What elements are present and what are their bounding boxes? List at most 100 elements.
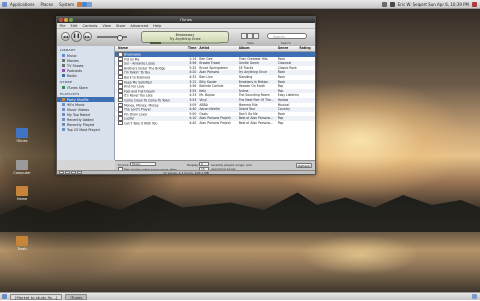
applications-menu[interactable]: Applications	[7, 2, 37, 7]
column-header-artist[interactable]: Artist	[198, 46, 238, 51]
status-bar: 17 songs, 1.1 hours, 106.1 MB	[57, 170, 315, 175]
playback-progress[interactable]	[150, 42, 220, 44]
display-count-select[interactable]: 5	[199, 162, 209, 166]
sidebar-item-label: Party Shuffle	[67, 97, 89, 102]
wallpaper-reflection	[300, 235, 420, 275]
now-playing-display[interactable]: Breakaway Try Anything Once	[141, 31, 229, 44]
sidebar-section-heading: STORE	[60, 80, 73, 84]
volume-slider[interactable]	[97, 34, 127, 41]
source-label: Source:	[118, 162, 130, 167]
taskbar-button-browser[interactable]: [Market to study fin...]	[10, 293, 63, 300]
refresh-button[interactable]: Refresh	[296, 163, 312, 168]
playlist-icon	[62, 128, 65, 131]
sidebar-section-heading: PLAYLISTS	[60, 92, 80, 96]
source-sidebar: LIBRARY Music Movies TV Shows Podcasts Radio S…	[57, 46, 115, 160]
desktop-icon-home[interactable]: Home	[10, 186, 34, 201]
source-select-value: Music	[132, 162, 141, 166]
computer-icon	[16, 160, 28, 170]
view-buttons	[241, 33, 259, 39]
sidebar-item-label: iTunes Store	[67, 85, 88, 90]
sidebar-item-label: My Top Rated	[67, 112, 90, 117]
library-status: 17 songs, 1.1 hours, 106.1 MB	[163, 171, 209, 175]
menu-store[interactable]: Store	[113, 24, 128, 28]
track-artist: Alan Parsons Project	[199, 120, 231, 125]
desktop-icon-trash[interactable]: Trash	[10, 236, 34, 251]
playback-progress-fill	[150, 42, 161, 44]
minimize-icon[interactable]	[64, 18, 68, 22]
display-count-value: 5	[201, 162, 203, 166]
column-header-time[interactable]: Time	[185, 46, 199, 51]
panel-clock[interactable]: Eric W. Seipert Sun Apr 6, 10:39 PM	[398, 2, 469, 7]
show-desktop-icon[interactable]	[2, 294, 7, 299]
menu-edit[interactable]: Edit	[68, 24, 80, 28]
workspace-switcher-icon[interactable]	[472, 294, 477, 299]
refresh-label: Refresh	[298, 164, 310, 168]
next-track-button[interactable]: ▶▶	[83, 32, 92, 41]
search-caption: Search	[281, 41, 291, 45]
sidebar-item-label: Recently Played	[67, 122, 95, 127]
desktop-icon-computer[interactable]: Computer	[10, 160, 34, 175]
taskbar-button-itunes[interactable]: iTunes	[65, 293, 88, 300]
home-folder-icon	[16, 186, 28, 196]
playlist-icon	[62, 108, 65, 111]
column-header-genre[interactable]: Genre	[278, 46, 300, 51]
desktop-icon-label: iTunes	[16, 139, 28, 143]
help-launcher-icon[interactable]	[87, 1, 93, 7]
track-name: Can't Take It With You	[115, 120, 185, 126]
sidebar-item-label: Radio	[67, 73, 77, 78]
source-select[interactable]: Music	[130, 162, 156, 166]
window-title: iTunes	[180, 17, 192, 22]
toolbar: ◀◀ ❚❚ ▶▶ Breakaway Try Anything Once Vie…	[57, 29, 315, 47]
rewind-icon: ◀◀	[62, 35, 69, 39]
playlist-icon	[62, 74, 65, 77]
search-input[interactable]: Search	[267, 33, 307, 39]
playlist-icon	[62, 86, 65, 89]
fast-forward-icon: ▶▶	[84, 35, 91, 39]
coverflow-view-button[interactable]	[253, 33, 259, 39]
desktop-icon-label: Home	[16, 197, 28, 201]
column-header-rating[interactable]: Rating	[299, 46, 315, 51]
menu-help[interactable]: Help	[151, 24, 164, 28]
sidebar-item-label: Top 25 Most Played	[67, 127, 100, 132]
trash-icon	[16, 236, 28, 246]
sidebar-item-top-25-most-played[interactable]: Top 25 Most Played	[57, 127, 114, 132]
column-header-name[interactable]: Name	[115, 46, 185, 51]
sidebar-section-heading: LIBRARY	[60, 48, 76, 52]
menu-advanced[interactable]: Advanced	[128, 24, 151, 28]
track-row[interactable]: Can't Take It With You 4:40 Alan Parsons P…	[115, 120, 315, 126]
maximize-icon[interactable]	[69, 18, 73, 22]
now-playing-artist: Try Anything Once	[169, 37, 201, 41]
itunes-icon	[16, 128, 28, 138]
previous-track-button[interactable]: ◀◀	[61, 32, 70, 41]
desktop-icon-label: Computer	[13, 171, 31, 175]
top-panel: Applications Places System Eric W. Seipe…	[0, 0, 480, 9]
track-genre: Pop	[277, 120, 284, 125]
window-titlebar[interactable]: iTunes	[57, 17, 315, 23]
menu-controls[interactable]: Controls	[80, 24, 100, 28]
sidebar-item-label: Recently Added	[67, 117, 94, 122]
track-rating	[299, 121, 315, 126]
network-icon[interactable]	[381, 1, 387, 7]
sidebar-item-label: Movies	[67, 58, 79, 63]
close-icon[interactable]	[59, 18, 63, 22]
playlist-icon	[62, 113, 65, 116]
playlist-icon	[62, 98, 65, 101]
playlist-icon	[62, 123, 65, 126]
menu-file[interactable]: File	[57, 24, 68, 28]
menu-view[interactable]: View	[100, 24, 114, 28]
places-menu[interactable]: Places	[37, 2, 56, 7]
column-header-album[interactable]: Album	[239, 46, 278, 51]
volume-icon[interactable]	[389, 1, 395, 7]
volume-knob[interactable]	[117, 34, 123, 41]
desktop-icon-itunes[interactable]: iTunes	[10, 128, 34, 143]
display-label: Display:	[187, 162, 199, 167]
playlist-icon	[62, 59, 65, 62]
play-pause-button[interactable]: ❚❚	[71, 31, 82, 42]
playlist-icon	[62, 54, 65, 57]
bottom-panel: [Market to study fin...] iTunes	[0, 292, 480, 300]
shutdown-icon[interactable]	[472, 1, 477, 7]
sidebar-item-label: Music	[67, 53, 77, 58]
sidebar-item-label: 90's Music	[67, 102, 85, 107]
system-menu[interactable]: System	[56, 2, 77, 7]
track-checkbox[interactable]	[118, 120, 123, 126]
